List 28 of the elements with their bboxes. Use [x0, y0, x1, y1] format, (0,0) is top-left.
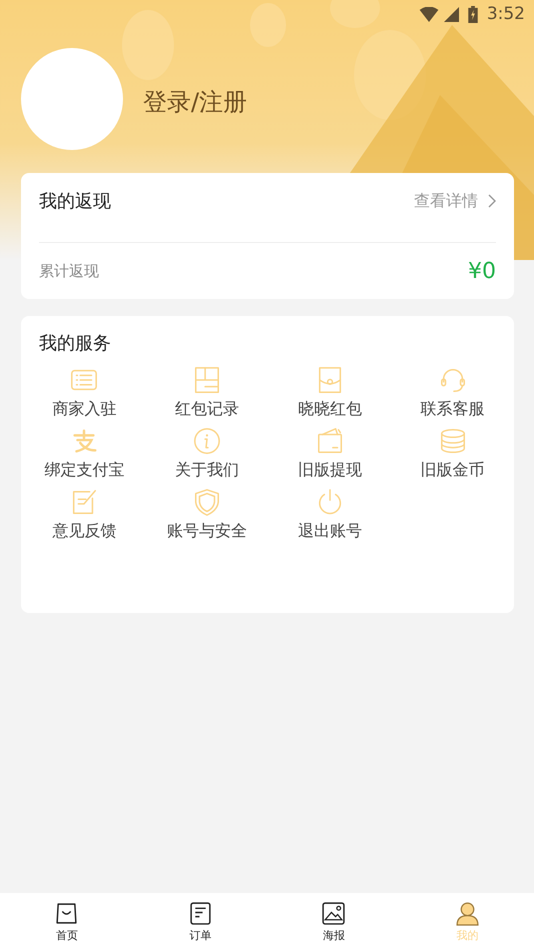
- wifi-icon: [418, 6, 439, 22]
- service-item[interactable]: 意见反馈: [52, 487, 116, 542]
- person-icon: [454, 901, 480, 926]
- total-label: 累计返现: [39, 262, 99, 280]
- service-item[interactable]: 旧版金币: [420, 426, 485, 481]
- service-item[interactable]: 账号与安全: [167, 487, 248, 542]
- tab[interactable]: 订单: [134, 893, 267, 950]
- info-icon: [192, 426, 222, 456]
- service-item[interactable]: 红包记录: [175, 365, 240, 420]
- image-icon: [321, 901, 346, 926]
- service-item[interactable]: 绑定支付宝: [44, 426, 124, 481]
- document-icon: [188, 901, 213, 926]
- total-amount: ¥0: [468, 258, 496, 284]
- login-register-link[interactable]: 登录/注册: [143, 86, 248, 118]
- shopping-bag-icon: [54, 901, 80, 926]
- signal-icon: [444, 6, 459, 22]
- status-time: 3:52: [486, 4, 525, 24]
- tab[interactable]: 海报: [267, 893, 400, 950]
- card-title: 我的返现: [39, 190, 111, 213]
- service-item[interactable]: 晓晓红包: [298, 365, 362, 420]
- card-title: 我的服务: [39, 332, 111, 355]
- service-item[interactable]: 商家入驻: [52, 365, 116, 420]
- tab[interactable]: 首页: [0, 893, 134, 950]
- service-item[interactable]: 关于我们: [175, 426, 240, 481]
- service-item[interactable]: 旧版提现: [298, 426, 362, 481]
- service-item[interactable]: 退出账号: [298, 487, 362, 542]
- service-item[interactable]: 联系客服: [420, 365, 485, 420]
- chevron-icon: [488, 194, 496, 208]
